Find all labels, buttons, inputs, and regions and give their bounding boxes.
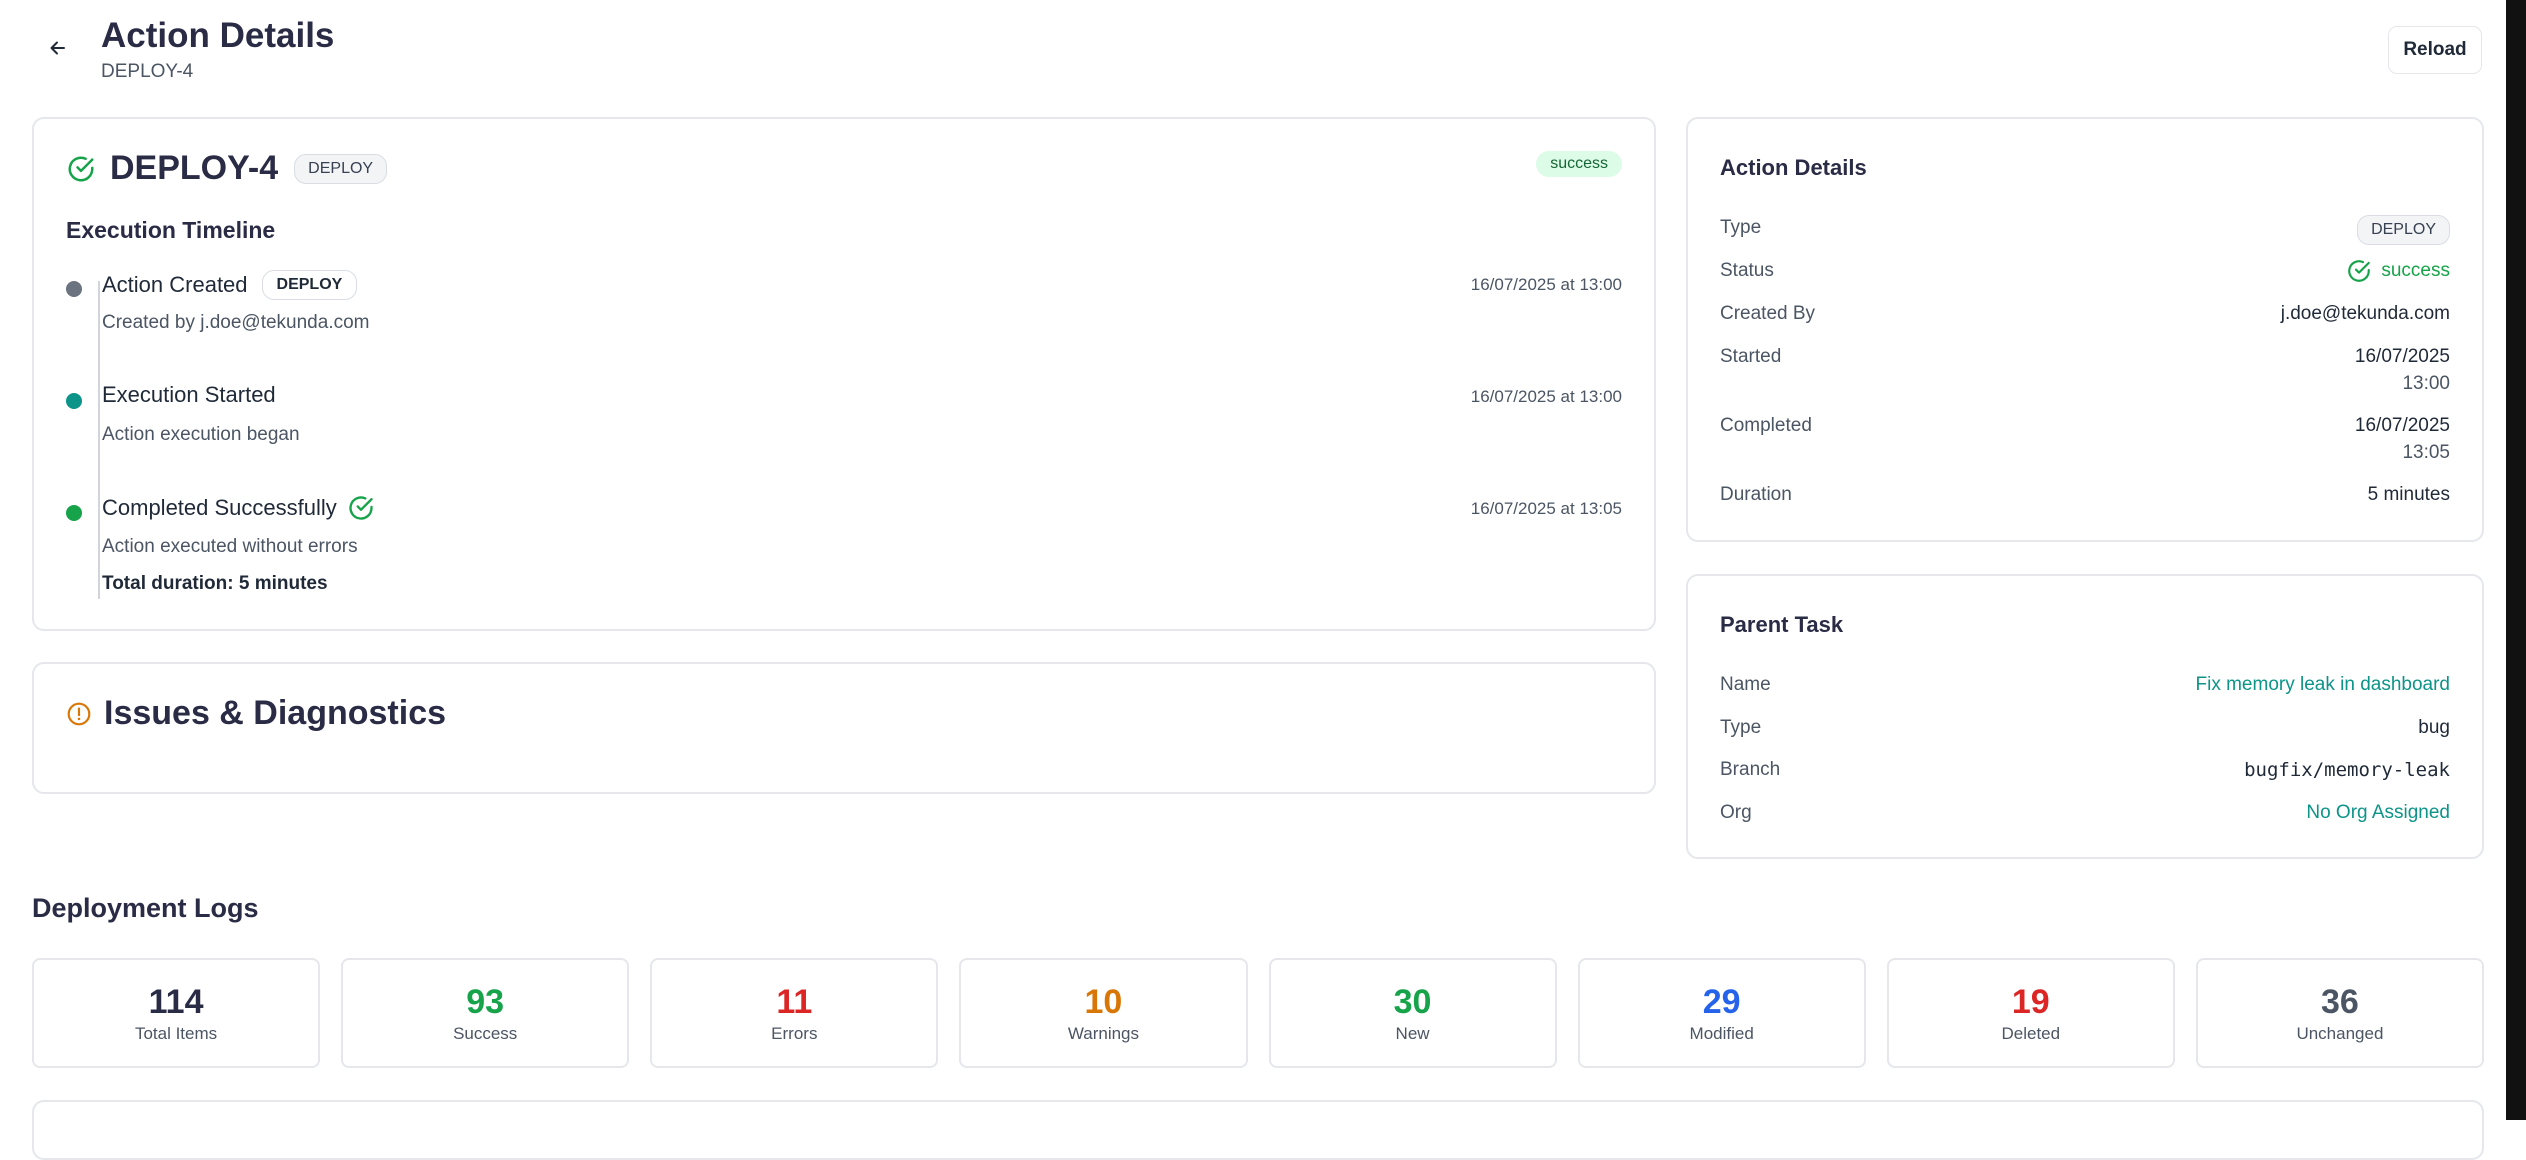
duration-value: 5 minutes — [2367, 484, 2450, 505]
type-label: Type — [1720, 217, 1762, 238]
timeline-step-description: Action executed without errors — [102, 536, 358, 557]
duration-label: Duration — [1720, 484, 1792, 505]
stat-value: 36 — [2321, 983, 2359, 1021]
timeline-dot-completed — [66, 505, 82, 521]
created-by-label: Created By — [1720, 303, 1816, 324]
action-name: DEPLOY-4 — [110, 149, 279, 187]
task-name-label: Name — [1720, 674, 1771, 695]
task-type-value: bug — [2418, 717, 2450, 738]
started-label: Started — [1720, 346, 1782, 367]
stat-total-items: 114 Total Items — [32, 958, 321, 1068]
type-value-wrap: DEPLOY — [2357, 215, 2450, 245]
stat-value: 10 — [1084, 983, 1123, 1021]
page-title: Action Details — [101, 16, 335, 55]
action-header: DEPLOY-4 DEPLOY — [66, 149, 388, 188]
timeline-step-title: Completed Successfully — [102, 495, 337, 520]
issues-card: Issues & Diagnostics — [32, 662, 1656, 794]
timeline-step-time: 16/07/2025 at 13:00 — [1470, 275, 1622, 294]
stat-success: 93 Success — [341, 958, 630, 1068]
timeline-step-tag: DEPLOY — [261, 270, 358, 300]
stat-label: Modified — [1689, 1024, 1754, 1043]
created-by-value: j.doe@tekunda.com — [2280, 303, 2450, 324]
stat-label: Unchanged — [2296, 1024, 2384, 1043]
parent-task-title: Parent Task — [1720, 612, 1844, 637]
log-stats: 114 Total Items 93 Success 11 Errors 10 … — [32, 958, 2484, 1068]
stat-value: 30 — [1393, 983, 1432, 1021]
stat-label: Total Items — [134, 1024, 218, 1043]
timeline-step-started: Execution Started — [102, 382, 276, 408]
timeline-step-time: 16/07/2025 at 13:05 — [1470, 499, 1622, 518]
stat-errors: 11 Errors — [650, 958, 939, 1068]
status-badge: success — [1536, 151, 1622, 177]
stat-value: 29 — [1702, 983, 1741, 1021]
stat-value: 93 — [466, 983, 505, 1021]
completed-date: 16/07/2025 — [2354, 415, 2450, 436]
stat-value: 114 — [148, 983, 204, 1021]
timeline-line — [98, 281, 100, 599]
task-name-link[interactable]: Fix memory leak in dashboard — [2196, 674, 2451, 696]
timeline-total-duration: Total duration: 5 minutes — [102, 573, 328, 594]
started-time: 13:00 — [2402, 373, 2450, 394]
action-details-card: Action Details Type DEPLOY Status succes… — [1686, 117, 2484, 542]
action-type-tag: DEPLOY — [294, 153, 388, 184]
branch-label: Branch — [1720, 759, 1781, 780]
stat-unchanged: 36 Unchanged — [2195, 958, 2484, 1068]
reload-button[interactable]: Reload — [2388, 26, 2482, 74]
details-title: Action Details — [1720, 155, 1867, 180]
stat-label: New — [1395, 1024, 1430, 1043]
stat-modified: 29 Modified — [1577, 958, 1866, 1068]
stat-label: Errors — [771, 1024, 818, 1043]
timeline-step-created: Action Created DEPLOY — [102, 270, 358, 300]
arrow-left-icon — [50, 41, 65, 55]
issues-header: Issues & Diagnostics — [66, 694, 446, 733]
stat-new: 30 New — [1268, 958, 1557, 1068]
deployment-logs-title: Deployment Logs — [32, 893, 259, 923]
log-list-card — [32, 1100, 2484, 1160]
timeline-step-completed: Completed Successfully — [102, 494, 375, 522]
stat-value: 19 — [2011, 983, 2050, 1021]
timeline-step-description: Action execution began — [102, 424, 300, 445]
completed-label: Completed — [1720, 415, 1812, 436]
status-value-wrap: success — [2346, 258, 2450, 284]
check-circle-icon — [68, 156, 94, 181]
status-value: success — [2381, 260, 2450, 281]
org-label: Org — [1720, 802, 1752, 823]
stat-deleted: 19 Deleted — [1886, 958, 2175, 1068]
timeline-step-description: Created by j.doe@tekunda.com — [102, 312, 370, 333]
parent-task-card: Parent Task Name Fix memory leak in dash… — [1686, 574, 2484, 859]
check-circle-icon — [2348, 260, 2371, 282]
issues-title: Issues & Diagnostics — [104, 694, 447, 732]
back-button[interactable] — [40, 30, 76, 66]
branch-value: bugfix/memory-leak — [2244, 759, 2450, 781]
alert-circle-icon — [67, 702, 91, 725]
completed-time: 13:05 — [2402, 442, 2450, 463]
timeline-step-title: Action Created — [102, 272, 248, 297]
org-link[interactable]: No Org Assigned — [2306, 802, 2450, 824]
check-circle-icon — [349, 496, 373, 520]
timeline-dot-started — [66, 393, 82, 409]
timeline-step-time: 16/07/2025 at 13:00 — [1470, 387, 1622, 406]
action-card: DEPLOY-4 DEPLOY success Execution Timeli… — [32, 117, 1656, 631]
stat-label: Success — [453, 1024, 518, 1043]
task-type-label: Type — [1720, 717, 1762, 738]
stat-warnings: 10 Warnings — [959, 958, 1248, 1068]
page-subtitle: DEPLOY-4 — [101, 61, 194, 82]
window-edge — [2506, 0, 2526, 1120]
timeline-title: Execution Timeline — [66, 217, 276, 243]
timeline-dot-created — [66, 281, 82, 297]
started-date: 16/07/2025 — [2354, 346, 2450, 367]
stat-label: Warnings — [1067, 1024, 1140, 1043]
stat-value: 11 — [776, 983, 813, 1021]
status-label: Status — [1720, 260, 1774, 281]
timeline-step-title: Execution Started — [102, 382, 276, 407]
type-tag: DEPLOY — [2357, 215, 2450, 245]
stat-label: Deleted — [2001, 1024, 2061, 1043]
